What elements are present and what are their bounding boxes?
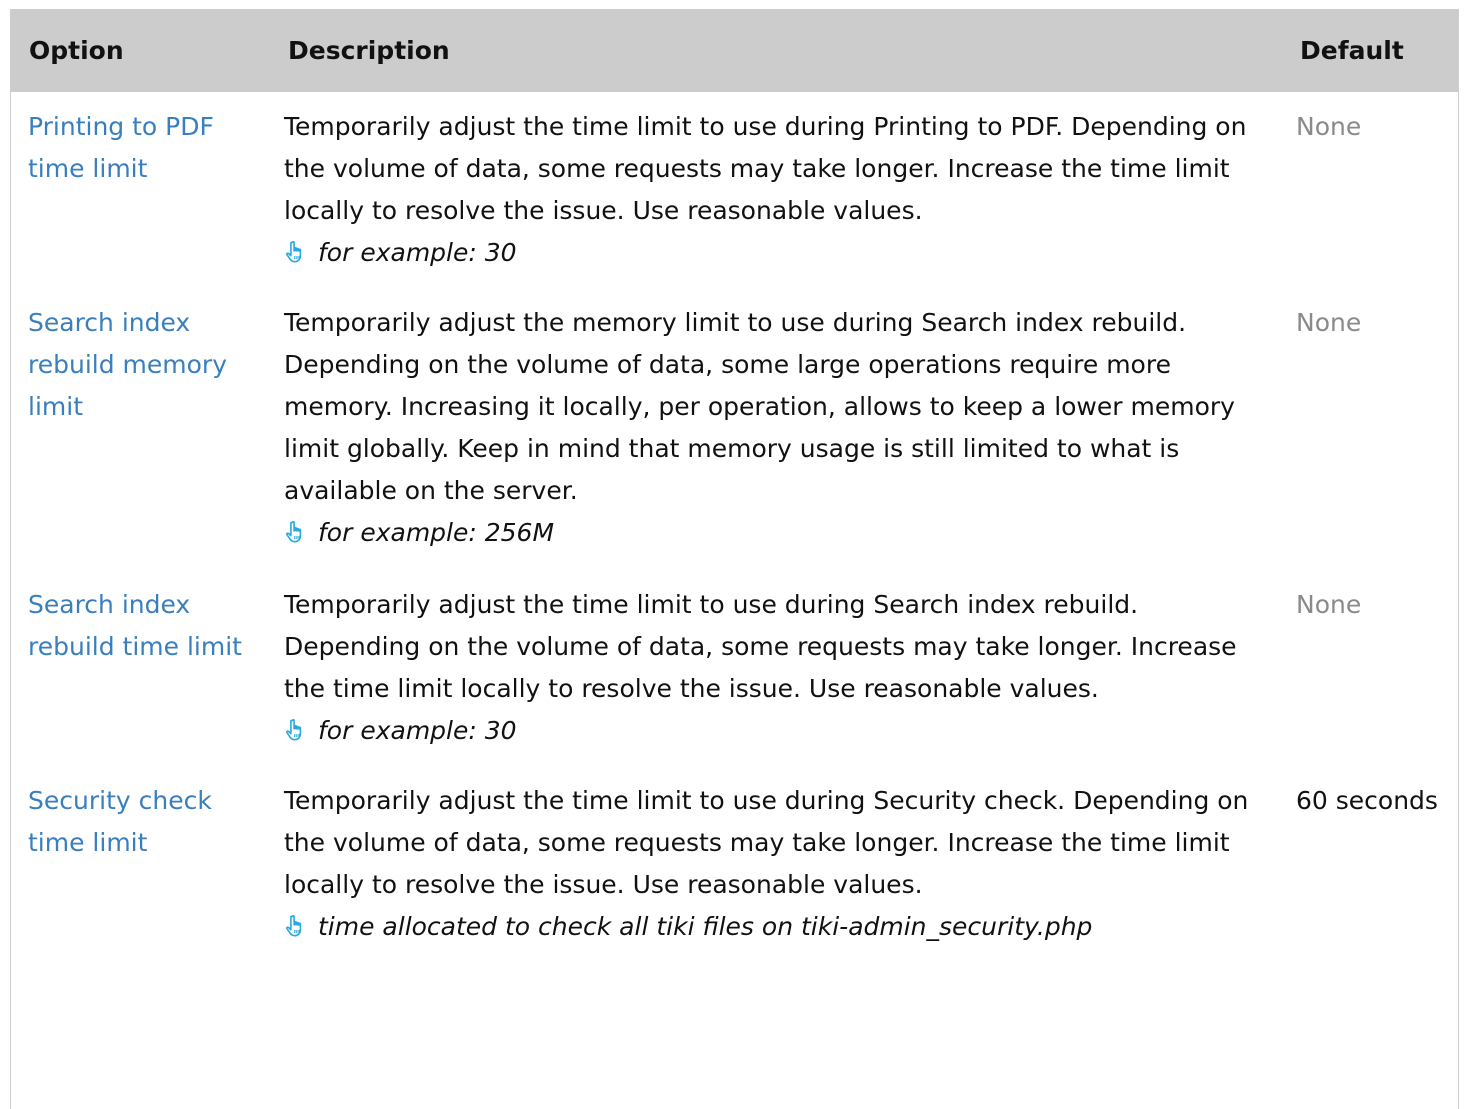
description-text: Temporarily adjust the memory limit to u… <box>284 308 1235 505</box>
table-row: Security check time limit Temporarily ad… <box>11 766 1458 962</box>
description-text: Temporarily adjust the time limit to use… <box>284 112 1247 225</box>
description-cell: Temporarily adjust the memory limit to u… <box>271 288 1276 570</box>
hint: time allocated to check all tiki files o… <box>284 906 1264 948</box>
table-row: Search index rebuild time limit Temporar… <box>11 570 1458 766</box>
hint: for example: 256M <box>284 512 1264 554</box>
description-text: Temporarily adjust the time limit to use… <box>284 786 1249 899</box>
preferences-table-frame: Option Description Default Printing to P… <box>10 9 1459 1109</box>
pointing-hand-icon <box>286 914 302 937</box>
preferences-table: Option Description Default Printing to P… <box>11 9 1458 962</box>
hint-text: for example: 256M <box>318 518 555 547</box>
option-link[interactable]: Search index rebuild time limit <box>28 590 242 661</box>
description-cell: Temporarily adjust the time limit to use… <box>271 570 1276 766</box>
pointing-hand-icon <box>286 240 302 263</box>
default-cell: None <box>1296 112 1362 141</box>
column-header-option: Option <box>29 36 124 65</box>
default-cell: None <box>1296 308 1362 337</box>
option-link[interactable]: Search index rebuild memory limit <box>28 308 227 421</box>
table-row: Search index rebuild memory limit Tempor… <box>11 288 1458 570</box>
column-header-default: Default <box>1300 36 1404 65</box>
pointing-hand-icon <box>286 718 302 741</box>
hint-text: for example: 30 <box>318 238 517 267</box>
option-link[interactable]: Printing to PDF time limit <box>28 112 214 183</box>
description-cell: Temporarily adjust the time limit to use… <box>271 766 1276 962</box>
pointing-hand-icon <box>286 520 302 543</box>
default-cell: 60 seconds <box>1296 786 1438 815</box>
option-cell: Printing to PDF time limit <box>11 92 271 288</box>
hint-text: for example: 30 <box>318 716 517 745</box>
column-header-description: Description <box>288 36 450 65</box>
hint: for example: 30 <box>284 232 1264 274</box>
option-link[interactable]: Security check time limit <box>28 786 212 857</box>
description-text: Temporarily adjust the time limit to use… <box>284 590 1237 703</box>
hint: for example: 30 <box>284 710 1264 752</box>
option-cell: Security check time limit <box>11 766 271 962</box>
default-cell: None <box>1296 590 1362 619</box>
description-cell: Temporarily adjust the time limit to use… <box>271 92 1276 288</box>
table-row: Printing to PDF time limit Temporarily a… <box>11 92 1458 288</box>
option-cell: Search index rebuild memory limit <box>11 288 271 570</box>
hint-text: time allocated to check all tiki files o… <box>318 912 1093 941</box>
option-cell: Search index rebuild time limit <box>11 570 271 766</box>
table-header-row: Option Description Default <box>11 9 1458 92</box>
